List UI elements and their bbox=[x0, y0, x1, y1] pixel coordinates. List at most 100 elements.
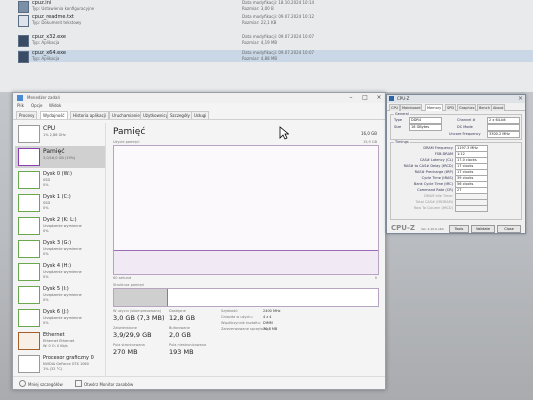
hardware-reserved-value: 70,8 MB bbox=[263, 327, 278, 331]
cpuz-size-value: 16 GBytes bbox=[409, 124, 442, 131]
disk-thumbnail bbox=[18, 217, 40, 235]
sidebar-item-memory[interactable]: Pamięć 3,0/16,0 GB (19%) bbox=[15, 146, 105, 168]
disk-thumbnail bbox=[18, 286, 40, 304]
form-factor-value: DIMM bbox=[263, 321, 273, 325]
sidebar-item-disk3[interactable]: Dysk 3 (G:) Urządzenie wymienne 0% bbox=[15, 238, 105, 260]
sidebar-item-gpu[interactable]: Procesor graficzny 0 NVIDIA GeForce GTX … bbox=[15, 353, 105, 375]
cpuz-footer: CPU-Z Ver. 2.10.0.x64 Tools Validate Clo… bbox=[387, 223, 525, 233]
menu-view[interactable]: Widok bbox=[49, 103, 61, 108]
file-size: Rozmiar: 22,1 KB bbox=[242, 20, 277, 25]
maximize-button[interactable]: □ bbox=[361, 94, 369, 101]
tab-performance[interactable]: Wydajność bbox=[40, 111, 68, 119]
task-manager-window: Menedżer zadań – □ × Plik Opcje Widok Pr… bbox=[12, 92, 386, 390]
cpuz-close-icon[interactable]: × bbox=[518, 95, 523, 102]
disk-thumbnail bbox=[18, 171, 40, 189]
file-explorer: cpuz.ini Typ: Ustawienia konfiguracyjne … bbox=[0, 0, 533, 92]
sidebar-item-sub: Urządzenie wymienne bbox=[43, 247, 82, 251]
tab-app-history[interactable]: Historia aplikacji bbox=[70, 111, 110, 119]
cpuz-timing-label: DRAM Frequency bbox=[423, 146, 453, 150]
cpuz-close-button[interactable]: Close bbox=[497, 225, 521, 233]
sidebar-item-sub: Urządzenie wymienne bbox=[43, 293, 82, 297]
close-button[interactable]: × bbox=[375, 94, 383, 101]
tab-details[interactable]: Szczegóły bbox=[167, 111, 193, 119]
exe-file-icon bbox=[18, 35, 29, 47]
slots-label: Gniazda w użyciu: bbox=[221, 315, 253, 319]
cpuz-validate-button[interactable]: Validate bbox=[471, 225, 495, 233]
sidebar-item-label: Dysk 0 (W:) bbox=[43, 171, 72, 177]
sidebar-item-sub2: 0% bbox=[43, 206, 49, 210]
cpuz-title-bar[interactable]: CPU-Z × bbox=[387, 95, 525, 103]
sidebar-item-disk1[interactable]: Dysk 1 (C:) SSD 0% bbox=[15, 192, 105, 214]
sidebar-item-cpu[interactable]: CPU 1% 2,88 GHz bbox=[15, 123, 105, 145]
sidebar-item-sub2: 0% bbox=[43, 229, 49, 233]
speed-value: 2400 MHz bbox=[263, 309, 281, 313]
cpuz-tab-about[interactable]: About bbox=[491, 104, 506, 111]
sidebar-item-sub2: 0% bbox=[43, 321, 49, 325]
speed-label: Szybkość: bbox=[221, 309, 239, 313]
cpuz-timing-label: CAS# Latency (CL) bbox=[419, 158, 453, 162]
cpuz-timing-label: Bank Cycle Time (tRC) bbox=[413, 182, 453, 186]
cpuz-tab-mainboard[interactable]: Mainboard bbox=[400, 104, 423, 111]
file-row[interactable]: cpuz_x32.exe Typ: Aplikacja Data modyfik… bbox=[18, 34, 533, 47]
tab-services[interactable]: Usługi bbox=[191, 111, 210, 119]
sidebar-item-ethernet[interactable]: Ethernet Ethernet Ethernet W: 0 O: 0 Kb/… bbox=[15, 330, 105, 352]
file-row[interactable]: cpuz_readme.txt Typ: Dokument tekstowy D… bbox=[18, 14, 533, 27]
sidebar-item-sub: Urządzenie wymienne bbox=[43, 270, 82, 274]
sidebar-item-disk2[interactable]: Dysk 2 (K: L:) Urządzenie wymienne 0% bbox=[15, 215, 105, 237]
memory-in-use-segment bbox=[114, 289, 168, 306]
cpuz-timing-label: Cycle Time (tRAS) bbox=[421, 176, 453, 180]
committed-label: Zatwierdzone bbox=[113, 326, 137, 330]
graph-time-right: 0 bbox=[374, 276, 377, 280]
cpuz-tab-spd[interactable]: SPD bbox=[445, 104, 457, 111]
sidebar-item-sub2: W: 0 O: 0 Kb/s bbox=[43, 344, 68, 348]
cpuz-icon bbox=[389, 96, 394, 101]
tab-startup[interactable]: Uruchamianie bbox=[109, 111, 143, 119]
available-label: Dostępne bbox=[169, 309, 186, 313]
sidebar-item-label: Dysk 5 (I:) bbox=[43, 286, 69, 292]
cpuz-tab-graphics[interactable]: Graphics bbox=[457, 104, 477, 111]
file-row-selected[interactable]: cpuz_x64.exe Typ: Aplikacja Data modyfik… bbox=[18, 50, 533, 63]
resource-monitor-label: Otwórz Monitor zasobów bbox=[84, 382, 134, 387]
cpuz-timings-group: Timings DRAM Frequency 1197.3 MHz FSB:DR… bbox=[390, 140, 522, 220]
cpuz-size-label: Size bbox=[394, 125, 402, 129]
sidebar-item-label: Dysk 6 (J:) bbox=[43, 309, 69, 315]
form-factor-label: Współczynnik kształtu: bbox=[221, 321, 261, 325]
committed-value: 3,9/29,9 GB bbox=[113, 331, 152, 339]
minimize-button[interactable]: – bbox=[347, 94, 355, 101]
sidebar-item-sub2: 0% bbox=[43, 298, 49, 302]
cpu-thumbnail bbox=[18, 125, 40, 143]
graph-time-left: 60 sekund bbox=[113, 276, 132, 280]
sidebar-item-label: CPU bbox=[43, 125, 56, 132]
file-row[interactable]: cpuz.ini Typ: Ustawienia konfiguracyjne … bbox=[18, 0, 533, 13]
file-date: Data modyfikacji: 09.07.2024 10:07 bbox=[242, 34, 315, 39]
cpuz-uncore-label: Uncore Frequency bbox=[449, 132, 481, 136]
cpuz-timing-label: RAS# Precharge (tRP) bbox=[414, 170, 453, 174]
cpuz-tools-button[interactable]: Tools bbox=[449, 225, 469, 233]
sidebar-item-sub: Urządzenie wymienne bbox=[43, 224, 82, 228]
memory-panel: Pamięć 16,0 GB Użycie pamięci 15,9 GB 60… bbox=[111, 123, 381, 379]
cpuz-type-label: Type bbox=[394, 118, 403, 122]
cpuz-tab-bar: CPU Mainboard Memory SPD Graphics Bench … bbox=[387, 103, 525, 111]
sidebar-item-disk5[interactable]: Dysk 5 (I:) Urządzenie wymienne 0% bbox=[15, 284, 105, 306]
sidebar-item-disk0[interactable]: Dysk 0 (W:) SSD 0% bbox=[15, 169, 105, 191]
resource-monitor-link[interactable]: Otwórz Monitor zasobów bbox=[75, 380, 133, 387]
cached-value: 2,0 GB bbox=[169, 331, 191, 339]
sidebar-item-sub2: 0% bbox=[43, 183, 49, 187]
sidebar-item-disk6[interactable]: Dysk 6 (J:) Urządzenie wymienne 0% bbox=[15, 307, 105, 329]
tab-processes[interactable]: Procesy bbox=[16, 111, 38, 119]
task-manager-icon bbox=[17, 95, 23, 101]
cpuz-tab-cpu[interactable]: CPU bbox=[389, 104, 401, 111]
sidebar-item-disk4[interactable]: Dysk 4 (H:) Urządzenie wymienne 0% bbox=[15, 261, 105, 283]
title-bar[interactable]: Menedżer zadań – □ × bbox=[13, 93, 385, 103]
sidebar-item-sub: 3,0/16,0 GB (19%) bbox=[43, 156, 76, 160]
menu-file[interactable]: Plik bbox=[17, 103, 24, 108]
exe-file-icon bbox=[18, 51, 29, 63]
cpuz-dc-mode-value bbox=[487, 124, 520, 131]
cpuz-timing-label: DRAM Idle Timer bbox=[423, 194, 453, 198]
sidebar-item-sub: SSD bbox=[43, 178, 51, 182]
cpuz-tab-bench[interactable]: Bench bbox=[477, 104, 492, 111]
fewer-details-link[interactable]: Mniej szczegółów bbox=[19, 380, 63, 387]
in-use-value: 3,0 GB (7,3 MB) bbox=[113, 314, 165, 322]
cpuz-tab-memory[interactable]: Memory bbox=[425, 104, 444, 111]
menu-options[interactable]: Opcje bbox=[31, 103, 42, 108]
